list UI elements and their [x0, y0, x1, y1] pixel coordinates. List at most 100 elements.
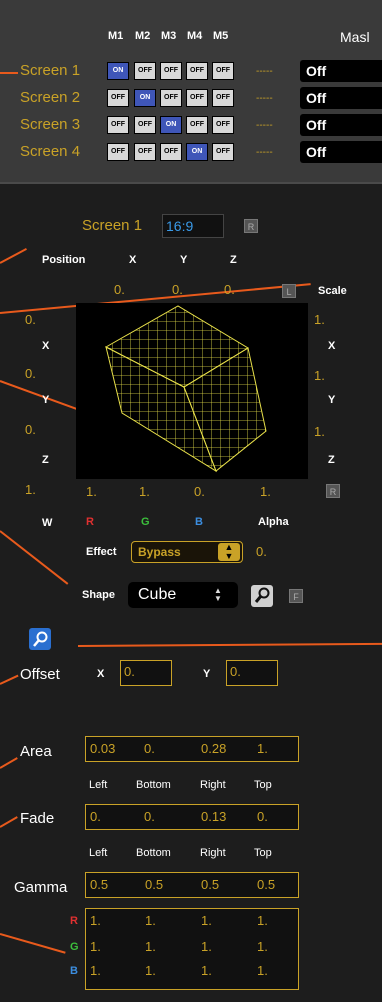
color-alpha-value[interactable]: 1.	[260, 484, 271, 499]
magnifier-icon[interactable]	[29, 628, 51, 650]
effect-dropdown[interactable]: Bypass ▲ ▼	[131, 541, 243, 563]
toggle-m5[interactable]: OFF	[212, 62, 234, 80]
route-dash: -----	[256, 120, 273, 131]
rotation-y-value[interactable]: 0.	[25, 366, 36, 381]
area-left-label: Left	[89, 779, 108, 791]
position-z-label: Z	[230, 254, 237, 266]
toggle-m1[interactable]: OFF	[107, 116, 129, 134]
gamma-label: Gamma	[14, 879, 68, 896]
position-z-value[interactable]: 0.	[224, 282, 235, 297]
fade-top-value[interactable]: 0.	[257, 809, 268, 824]
toggle-m2[interactable]: OFF	[134, 143, 156, 161]
screen-row-label: Screen 3	[20, 116, 81, 133]
rotation-x-value[interactable]: 0.	[25, 312, 36, 327]
effect-value: Bypass	[138, 545, 181, 559]
stepper-arrows-icon: ▲ ▼	[214, 586, 222, 603]
rotation-w-value[interactable]: 1.	[25, 482, 36, 497]
fade-right-label: Right	[200, 847, 226, 859]
mask-select[interactable]: Off	[300, 60, 382, 82]
scale-x-value[interactable]: 1.	[314, 312, 325, 327]
toggle-m5[interactable]: OFF	[212, 143, 234, 161]
shape-dropdown[interactable]: Cube ▲ ▼	[128, 582, 238, 608]
screen-row-label: Screen 2	[20, 89, 81, 106]
aspect-ratio-field[interactable]: 16:9	[162, 214, 224, 238]
gamma-r-value[interactable]: 1.	[257, 913, 268, 928]
gamma-value[interactable]: 0.5	[257, 877, 275, 892]
annotation-line	[0, 72, 18, 74]
position-y-value[interactable]: 0.	[172, 282, 183, 297]
rotation-z-value[interactable]: 0.	[25, 422, 36, 437]
area-label: Area	[20, 743, 52, 760]
position-label: Position	[42, 254, 86, 266]
gamma-value[interactable]: 0.5	[90, 877, 108, 892]
gamma-r-value[interactable]: 1.	[90, 913, 101, 928]
area-top-value[interactable]: 1.	[257, 741, 268, 756]
gamma-g-value[interactable]: 1.	[90, 939, 101, 954]
area-right-label: Right	[200, 779, 226, 791]
fade-bottom-value[interactable]: 0.	[144, 809, 155, 824]
gamma-r-value[interactable]: 1.	[145, 913, 156, 928]
area-right-value[interactable]: 0.28	[201, 741, 226, 756]
fade-left-value[interactable]: 0.	[90, 809, 101, 824]
color-b-value[interactable]: 0.	[194, 484, 205, 499]
color-r-value[interactable]: 1.	[86, 484, 97, 499]
gamma-b-value[interactable]: 1.	[145, 963, 156, 978]
fade-top-label: Top	[254, 847, 272, 859]
toggle-m3[interactable]: ON	[160, 116, 182, 134]
mask-select[interactable]: Off	[300, 87, 382, 109]
offset-label: Offset	[20, 666, 60, 683]
column-header-m2: M2	[135, 30, 151, 42]
column-header-m1: M1	[108, 30, 124, 42]
mask-select[interactable]: Off	[300, 114, 382, 136]
toggle-m4[interactable]: OFF	[186, 116, 208, 134]
toggle-m1[interactable]: ON	[107, 62, 129, 80]
scale-reset-button[interactable]: R	[326, 484, 340, 498]
gamma-g-value[interactable]: 1.	[145, 939, 156, 954]
area-bottom-value[interactable]: 0.	[144, 741, 155, 756]
scale-y-value[interactable]: 1.	[314, 368, 325, 383]
gamma-value[interactable]: 0.5	[201, 877, 219, 892]
area-left-value[interactable]: 0.03	[90, 741, 115, 756]
fade-bottom-label: Bottom	[136, 847, 171, 859]
offset-x-field[interactable]: 0.	[120, 660, 172, 686]
fade-label: Fade	[20, 810, 55, 827]
toggle-m3[interactable]: OFF	[160, 89, 182, 107]
toggle-m2[interactable]: ON	[134, 89, 156, 107]
toggle-m2[interactable]: OFF	[134, 116, 156, 134]
fade-right-value[interactable]: 0.13	[201, 809, 226, 824]
toggle-m1[interactable]: OFF	[107, 89, 129, 107]
toggle-m5[interactable]: OFF	[212, 89, 234, 107]
toggle-m3[interactable]: OFF	[160, 62, 182, 80]
gamma-b-value[interactable]: 1.	[201, 963, 212, 978]
shape-preview-viewport[interactable]	[76, 303, 308, 479]
effect-amount-value[interactable]: 0.	[256, 544, 267, 559]
gamma-b-value[interactable]: 1.	[257, 963, 268, 978]
position-x-value[interactable]: 0.	[114, 282, 125, 297]
lock-button[interactable]: L	[282, 284, 296, 298]
fade-left-label: Left	[89, 847, 108, 859]
toggle-m4[interactable]: OFF	[186, 89, 208, 107]
cube-wireframe	[104, 305, 267, 473]
stepper-arrows-icon: ▲ ▼	[218, 543, 240, 561]
gamma-value[interactable]: 0.5	[145, 877, 163, 892]
gamma-b-value[interactable]: 1.	[90, 963, 101, 978]
aspect-reset-button[interactable]: R	[244, 219, 258, 233]
toggle-m2[interactable]: OFF	[134, 62, 156, 80]
panel-divider	[0, 182, 382, 184]
offset-y-field[interactable]: 0.	[226, 660, 278, 686]
rotation-z-label: Z	[42, 454, 49, 466]
color-r-label: R	[86, 516, 94, 528]
gamma-g-value[interactable]: 1.	[257, 939, 268, 954]
toggle-m4[interactable]: OFF	[186, 62, 208, 80]
mask-select[interactable]: Off	[300, 141, 382, 163]
gamma-r-value[interactable]: 1.	[201, 913, 212, 928]
toggle-m5[interactable]: OFF	[212, 116, 234, 134]
toggle-m3[interactable]: OFF	[160, 143, 182, 161]
f-button[interactable]: F	[289, 589, 303, 603]
toggle-m4[interactable]: ON	[186, 143, 208, 161]
color-g-value[interactable]: 1.	[139, 484, 150, 499]
scale-z-value[interactable]: 1.	[314, 424, 325, 439]
gamma-g-value[interactable]: 1.	[201, 939, 212, 954]
wrench-icon[interactable]	[251, 585, 273, 607]
toggle-m1[interactable]: OFF	[107, 143, 129, 161]
